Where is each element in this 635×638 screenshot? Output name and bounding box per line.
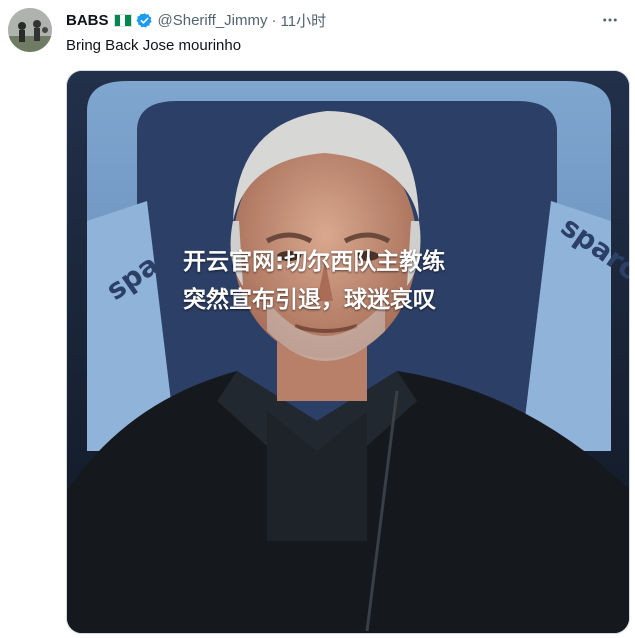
nigeria-flag-icon: [113, 13, 132, 27]
tweet-header: BABS @Sheriff_Jimmy · 11小时: [66, 9, 326, 31]
more-options-button[interactable]: [599, 9, 621, 31]
verified-badge-icon: [136, 12, 152, 28]
avatar-image: [8, 8, 52, 52]
tweet-media[interactable]: sparco sparco 开云官网:切尔西队主教练突然宣布引退，球迷哀叹: [66, 70, 630, 634]
author-handle[interactable]: @Sheriff_Jimmy: [158, 12, 268, 29]
tweet-text: Bring Back Jose mourinho: [66, 37, 242, 54]
media-overlay-caption: 开云官网:切尔西队主教练突然宣布引退，球迷哀叹: [183, 249, 446, 313]
media-photo: sparco sparco: [67, 71, 629, 633]
more-options-icon: [603, 18, 617, 22]
tweet-timestamp[interactable]: 11小时: [281, 10, 327, 31]
tweet-card[interactable]: BABS @Sheriff_Jimmy · 11小时 Bring Back Jo…: [0, 0, 635, 638]
header-separator: ·: [271, 11, 277, 29]
author-avatar[interactable]: [8, 8, 52, 52]
author-name[interactable]: BABS: [66, 12, 109, 29]
